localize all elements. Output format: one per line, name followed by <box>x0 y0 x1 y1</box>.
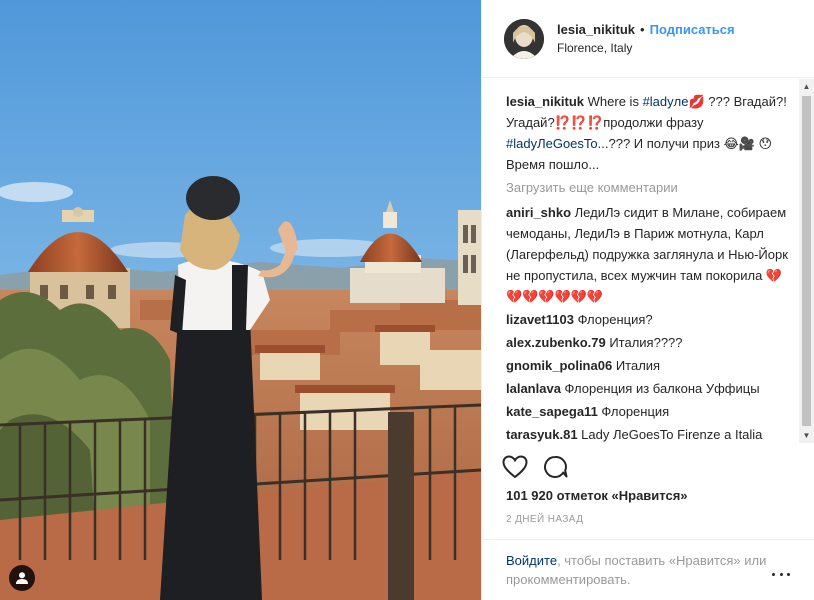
like-count[interactable]: 101 920 отметок «Нравится» <box>506 488 688 503</box>
comment-item: lizavet1103 Флоренция? <box>506 309 792 330</box>
post-header: lesia_nikituk • Подписаться Florence, It… <box>482 0 814 78</box>
header-separator: • <box>640 22 645 37</box>
tagged-user-icon[interactable] <box>9 565 35 591</box>
comment-username[interactable]: aniri_shko <box>506 205 571 220</box>
comment-text: Италия <box>612 358 661 373</box>
comment-item: alex.zubenko.79 Италия???? <box>506 332 792 353</box>
scroll-up-arrow-icon[interactable]: ▲ <box>799 79 814 94</box>
comment-item: gnomik_polina06 Италия <box>506 355 792 376</box>
caption-text: Where is <box>584 94 643 109</box>
heart-icon[interactable] <box>502 455 528 482</box>
more-options-icon[interactable] <box>772 567 790 581</box>
comments-scrollbar[interactable]: ▲ ▼ <box>799 79 814 443</box>
avatar[interactable] <box>504 18 544 59</box>
scroll-down-arrow-icon[interactable]: ▼ <box>799 428 814 443</box>
comment-username[interactable]: lizavet1103 <box>506 312 574 327</box>
comment-item: lalanlava Флоренция из балкона Уффицы <box>506 378 792 399</box>
comments-list[interactable]: lesia_nikituk Where is #ladyле💋 ??? Вгад… <box>482 79 800 442</box>
post-details-panel: lesia_nikituk • Подписаться Florence, It… <box>481 0 814 600</box>
comment-item: kate_sapega11 Флоренция <box>506 401 792 422</box>
login-link[interactable]: Войдите <box>506 553 557 568</box>
comment-username[interactable]: alex.zubenko.79 <box>506 335 606 350</box>
comment-username[interactable]: kate_sapega11 <box>506 404 598 419</box>
login-prompt: Войдите, чтобы поставить «Нравится» или … <box>482 539 814 589</box>
scrollbar-thumb[interactable] <box>802 96 811 426</box>
caption-username[interactable]: lesia_nikituk <box>506 94 584 109</box>
header-username[interactable]: lesia_nikituk <box>557 22 635 37</box>
comment-text: Флоренция <box>597 404 670 419</box>
comment-bubble-icon[interactable] <box>543 455 569 482</box>
comment-item: tarasyuk.81 Lady ЛеGoesTo Firenze a Ital… <box>506 424 792 442</box>
hashtag-link[interactable]: #ladyЛеGoesTo <box>506 136 598 151</box>
location-link[interactable]: Florence, Italy <box>557 41 735 55</box>
hashtag-link[interactable]: #ladyле💋 <box>643 94 705 109</box>
comment-text: Lady ЛеGoesTo Firenze a Italia <box>577 427 763 442</box>
load-more-comments-button[interactable]: Загрузить еще комментарии <box>506 177 792 198</box>
follow-button[interactable]: Подписаться <box>650 22 735 37</box>
comment-text: Флоренция? <box>573 312 653 327</box>
comment-username[interactable]: gnomik_polina06 <box>506 358 612 373</box>
comment-text: Италия???? <box>605 335 683 350</box>
caption: lesia_nikituk Where is #ladyле💋 ??? Вгад… <box>506 91 792 175</box>
comment-item: aniri_shko ЛедиЛэ сидит в Милане, собира… <box>506 202 792 307</box>
comment-text: Флоренция из балкона Уффицы <box>560 381 760 396</box>
post-timestamp[interactable]: 2 ДНЕЙ НАЗАД <box>506 514 583 525</box>
post-actions <box>502 455 569 482</box>
florence-rooftop-photo <box>0 0 481 600</box>
post-photo[interactable] <box>0 0 481 600</box>
comment-username[interactable]: lalanlava <box>506 381 561 396</box>
comment-username[interactable]: tarasyuk.81 <box>506 427 578 442</box>
